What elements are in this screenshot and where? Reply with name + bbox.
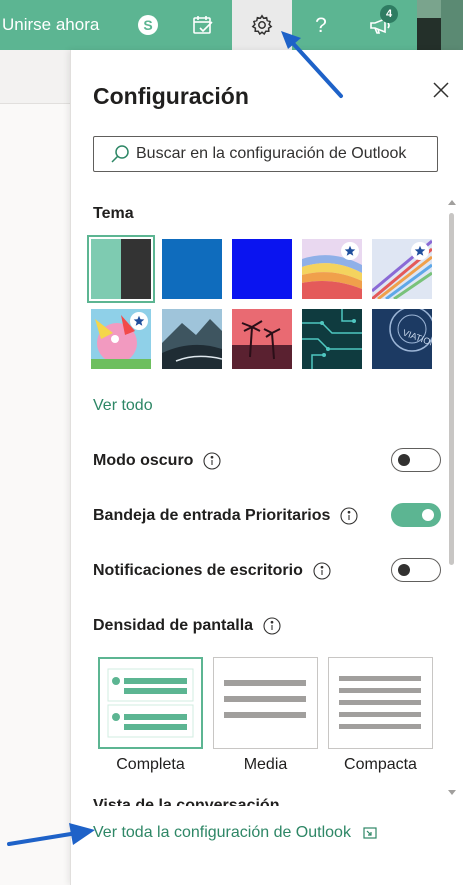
theme-tile-color-circuit[interactable] xyxy=(372,239,432,299)
density-compact-label: Compacta xyxy=(344,756,417,773)
density-compact-card[interactable] xyxy=(328,657,433,749)
join-now-link[interactable]: Unirse ahora xyxy=(0,0,99,50)
theme-tile-circuit[interactable] xyxy=(302,309,362,369)
theme-tile-green[interactable] xyxy=(87,235,155,303)
dark-mode-label: Modo oscuro xyxy=(93,452,194,469)
help-icon: ? xyxy=(313,14,329,36)
dark-mode-toggle[interactable] xyxy=(391,448,441,472)
desktop-notifications-toggle[interactable] xyxy=(391,558,441,582)
premium-star-icon xyxy=(341,242,359,260)
search-input[interactable] xyxy=(136,145,436,163)
settings-search-box[interactable] xyxy=(93,136,438,172)
info-icon[interactable] xyxy=(203,452,221,470)
conversation-view-heading-clipped: Vista de la conversación xyxy=(93,797,280,806)
skype-icon: S xyxy=(137,14,159,36)
desktop-notifications-row: Notificaciones de escritorio xyxy=(93,558,441,584)
focused-inbox-row: Bandeja de entrada Prioritarios xyxy=(93,503,441,529)
theme-tile-blue[interactable] xyxy=(162,239,222,299)
skype-button[interactable]: S xyxy=(125,0,170,50)
close-button[interactable] xyxy=(429,80,453,104)
top-header-bar: Unirse ahora S ? 4 xyxy=(0,0,463,50)
focused-inbox-label: Bandeja de entrada Prioritarios xyxy=(93,507,331,524)
avatar[interactable] xyxy=(417,0,463,50)
premium-star-icon xyxy=(411,242,429,260)
calendar-check-icon xyxy=(192,14,214,36)
settings-panel: Configuración Tema xyxy=(70,50,463,885)
notification-badge: 4 xyxy=(380,5,398,23)
premium-star-icon xyxy=(130,312,148,330)
focused-inbox-toggle[interactable] xyxy=(391,503,441,527)
desktop-notifications-label: Notificaciones de escritorio xyxy=(93,562,303,579)
display-density-heading-row: Densidad de pantalla xyxy=(93,613,441,639)
info-icon[interactable] xyxy=(340,507,358,525)
scrollbar-thumb[interactable] xyxy=(449,213,454,565)
theme-tile-palms[interactable] xyxy=(232,309,292,369)
view-all-settings-label: Ver toda la configuración de Outlook xyxy=(93,824,351,841)
help-button[interactable]: ? xyxy=(298,0,343,50)
scroll-down-arrow[interactable] xyxy=(448,790,456,795)
dark-mode-row: Modo oscuro xyxy=(93,448,441,474)
scroll-up-arrow[interactable] xyxy=(448,200,456,205)
theme-tile-deep-blue[interactable] xyxy=(232,239,292,299)
theme-tile-aviation[interactable]: VIATION xyxy=(372,309,432,369)
density-full-label: Completa xyxy=(116,756,185,773)
settings-button[interactable] xyxy=(232,0,292,50)
theme-tile-drawing[interactable] xyxy=(91,309,151,369)
mail-toolbar-strip xyxy=(0,50,70,104)
gear-icon xyxy=(251,14,273,36)
density-medium-label: Media xyxy=(243,756,288,773)
theme-tile-mountains[interactable] xyxy=(162,309,222,369)
svg-text:?: ? xyxy=(315,14,327,36)
mail-background xyxy=(0,50,70,885)
theme-tile-rainbow[interactable] xyxy=(302,239,362,299)
see-all-themes-link[interactable]: Ver todo xyxy=(93,397,153,415)
theme-section-label: Tema xyxy=(93,205,134,222)
info-icon[interactable] xyxy=(263,617,281,635)
density-medium-card[interactable] xyxy=(213,657,318,749)
density-full-card[interactable] xyxy=(98,657,203,749)
info-icon[interactable] xyxy=(313,562,331,580)
whats-new-button[interactable]: 4 xyxy=(350,0,410,50)
my-day-button[interactable] xyxy=(180,0,225,50)
open-external-icon xyxy=(363,827,377,839)
panel-title: Configuración xyxy=(93,83,249,109)
search-icon xyxy=(110,144,130,164)
display-density-label: Densidad de pantalla xyxy=(93,617,254,634)
close-icon xyxy=(433,81,449,103)
view-all-settings-link[interactable]: Ver toda la configuración de Outlook xyxy=(93,824,377,842)
svg-text:S: S xyxy=(143,17,152,33)
